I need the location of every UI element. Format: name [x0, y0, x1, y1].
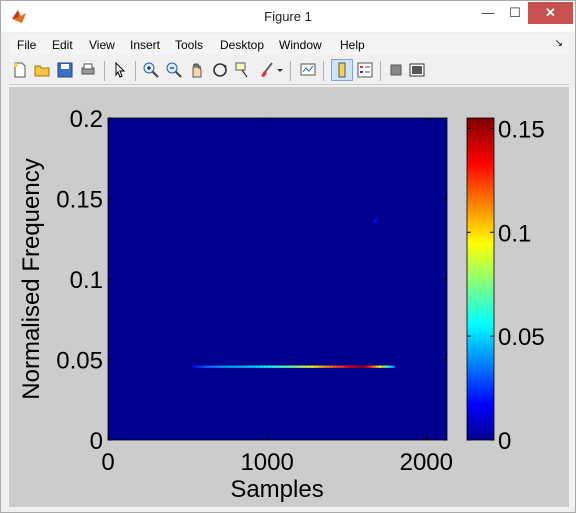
new-figure-icon[interactable]	[11, 61, 29, 79]
save-icon[interactable]	[56, 61, 74, 79]
x-tick-label: 2000	[400, 449, 453, 476]
toolbar-separator	[290, 61, 291, 81]
spectrogram-plot[interactable]: 0 1000 2000 0 0.05 0.1 0.15 0.2 Samples Normal…	[9, 87, 569, 507]
figure-canvas: 0 1000 2000 0 0.05 0.1 0.15 0.2 Samples Normal…	[9, 87, 569, 507]
y-tick-label: 0	[90, 428, 103, 455]
y-tick-label: 0.1	[70, 267, 103, 294]
zoom-in-icon[interactable]	[142, 61, 160, 79]
faint-feature-point	[373, 219, 378, 223]
menu-bar: File Edit View Insert Tools Desktop Wind…	[9, 35, 569, 55]
menu-edit[interactable]: Edit	[52, 38, 73, 52]
pointer-icon[interactable]	[111, 61, 129, 79]
colorbar[interactable]	[466, 117, 495, 441]
legend-icon[interactable]	[356, 61, 374, 79]
maximize-button[interactable]: ☐	[502, 2, 528, 24]
hide-plot-tools-icon[interactable]	[387, 61, 405, 79]
open-file-icon[interactable]	[33, 61, 51, 79]
rotate-3d-icon[interactable]	[211, 61, 229, 79]
minimize-button[interactable]: —	[475, 2, 501, 24]
y-axis-label: Normalised Frequency	[18, 158, 45, 399]
x-tick-label: 1000	[240, 449, 293, 476]
figure-toolbar	[9, 57, 569, 85]
show-plot-tools-icon[interactable]	[408, 61, 426, 79]
figure-window: Figure 1 — ☐ ✕ File Edit View Insert Too…	[0, 0, 576, 513]
x-tick-label: 0	[101, 449, 114, 476]
menu-file[interactable]: File	[17, 38, 36, 52]
toolbar-separator	[323, 61, 324, 81]
close-button[interactable]: ✕	[528, 2, 573, 24]
title-bar[interactable]: Figure 1 — ☐ ✕	[1, 1, 575, 32]
colorbar-icon[interactable]	[331, 59, 353, 81]
y-tick-label: 0.15	[56, 187, 103, 214]
menu-insert[interactable]: Insert	[130, 38, 160, 52]
zoom-out-icon[interactable]	[165, 61, 183, 79]
pan-hand-icon[interactable]	[188, 61, 206, 79]
menu-desktop[interactable]: Desktop	[220, 38, 264, 52]
toolbar-separator	[380, 61, 381, 81]
dock-arrow-icon[interactable]: ↘	[555, 38, 563, 49]
colorbar-tick-label: 0	[498, 428, 511, 455]
brush-dropdown-icon[interactable]	[275, 61, 285, 79]
toolbar-separator	[135, 61, 136, 81]
menu-window[interactable]: Window	[279, 38, 322, 52]
menu-view[interactable]: View	[89, 38, 115, 52]
colorbar-tick-label: 0.05	[498, 324, 545, 351]
brush-icon[interactable]	[257, 61, 275, 79]
menu-help[interactable]: Help	[340, 38, 365, 52]
heatmap-background	[107, 117, 448, 441]
y-tick-label: 0.05	[56, 348, 103, 375]
data-cursor-icon[interactable]	[234, 61, 252, 79]
menu-tools[interactable]: Tools	[175, 38, 203, 52]
print-icon[interactable]	[79, 61, 97, 79]
colorbar-tick-label: 0.15	[498, 116, 545, 143]
y-tick-label: 0.2	[70, 106, 103, 133]
link-plot-icon[interactable]	[299, 61, 317, 79]
toolbar-separator	[104, 61, 105, 81]
x-axis-label: Samples	[230, 476, 323, 503]
colorbar-tick-label: 0.1	[498, 220, 531, 247]
